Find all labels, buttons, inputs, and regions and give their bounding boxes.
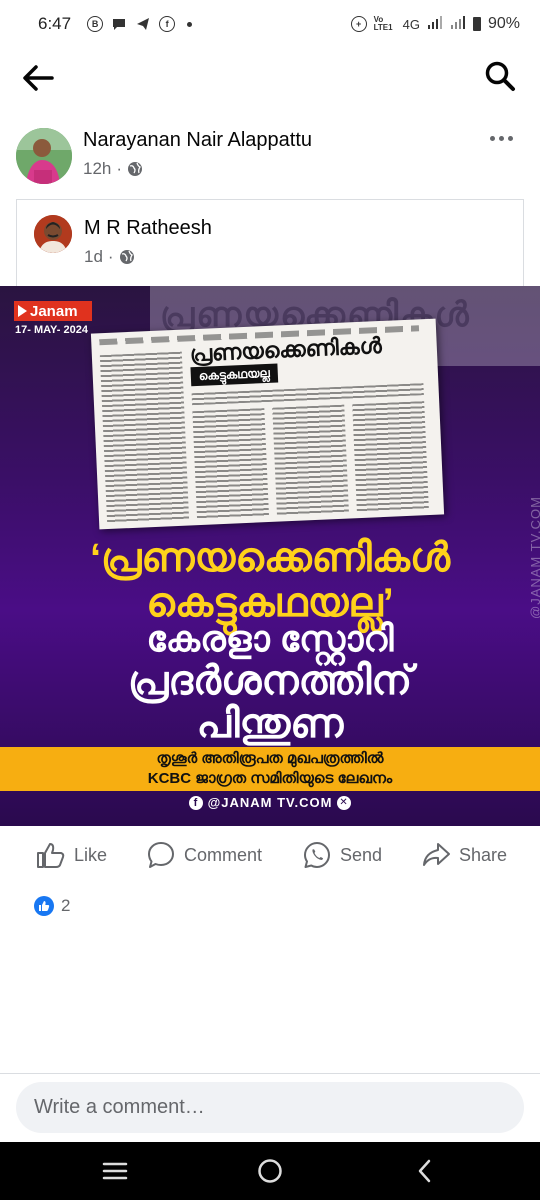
like-button[interactable]: Like: [36, 839, 107, 871]
clip-column: [352, 401, 429, 513]
post-image[interactable]: പ്രണയക്കെണികൾ Janam 17- MAY- 2024 പ്രണയക…: [0, 286, 540, 826]
system-back-button[interactable]: [409, 1156, 441, 1186]
meta-separator: ·: [116, 159, 123, 178]
headline-line-5: പിന്തുണ: [196, 702, 344, 746]
facebook-icon: f: [188, 795, 203, 810]
headline-line-2: കെട്ടുകഥയല്ല’: [146, 581, 394, 625]
image-date: 17- MAY- 2024: [15, 324, 88, 336]
like-label: Like: [74, 844, 108, 865]
telegram-icon: [135, 16, 151, 32]
headline-line-4: പ്രദർശനത്തിന്: [127, 659, 413, 703]
yellow-caption-band: തൃശൂർ അതിരൂപത മുഖപത്രത്തിൽ KCBC ജാഗ്രത സ…: [0, 747, 540, 791]
channel-name: Janam: [30, 302, 78, 320]
clip-column: [99, 351, 190, 524]
clip-column: [272, 404, 349, 516]
clip-column: [192, 408, 270, 520]
clip-headline-box: പ്രണയക്കെണികൾ കെട്ടുകഥയല്ല: [189, 331, 423, 389]
author-name[interactable]: Narayanan Nair Alappattu: [83, 129, 312, 152]
comment-label: Comment: [184, 844, 263, 865]
play-icon: [18, 305, 27, 317]
post-action-bar: Like Comment Send Share: [0, 832, 540, 878]
menu-lines-icon: [102, 1162, 128, 1180]
network-type: 4G: [402, 16, 420, 32]
shared-author-name[interactable]: M R Ratheesh: [84, 217, 212, 240]
battery-icon: [472, 17, 481, 31]
share-label: Share: [459, 844, 508, 865]
signal-icon: [427, 15, 443, 33]
x-logo-icon: ✕: [337, 795, 352, 810]
post-time: 12h: [83, 159, 112, 178]
chat-bubble-icon: [111, 16, 127, 32]
dot-icon: [498, 135, 504, 141]
newspaper-clipping: പ്രണയക്കെണികൾ കെട്ടുകഥയല്ല: [90, 318, 445, 530]
band-line-1: തൃശൂർ അതിരൂപത മുഖപത്രത്തിൽ: [156, 750, 384, 767]
post-meta: 12h ·: [83, 159, 143, 179]
arrow-left-icon: [23, 65, 54, 91]
share-arrow-icon: [423, 843, 450, 866]
post-header: Narayanan Nair Alappattu 12h ·: [16, 124, 524, 188]
meta-separator: ·: [107, 247, 114, 266]
chevron-left-icon: [418, 1159, 431, 1183]
globe-icon: [119, 250, 134, 264]
b-circle-icon: B: [87, 16, 104, 32]
side-watermark: @JANAM TV.COM: [528, 496, 540, 619]
shared-post-card[interactable]: M R Ratheesh 1d ·: [16, 199, 524, 287]
bottom-watermark: f @JANAM TV.COM ✕: [0, 794, 540, 810]
comment-input[interactable]: [16, 1082, 524, 1133]
data-saver-icon: +: [350, 16, 367, 32]
search-button[interactable]: [482, 58, 522, 98]
home-circle-icon: [258, 1159, 282, 1183]
status-bar: 6:47 B f + Vo LTE1 4G 90%: [0, 0, 540, 48]
search-icon: [485, 61, 515, 91]
comment-button[interactable]: Comment: [146, 839, 262, 871]
system-navigation-bar: [0, 1142, 540, 1200]
thumbs-up-icon: [37, 843, 65, 868]
headline-line-1: ‘പ്രണയക്കെണികൾ: [89, 536, 451, 580]
janam-logo: Janam: [14, 301, 92, 321]
shared-author-avatar[interactable]: [34, 215, 72, 253]
home-button[interactable]: [254, 1156, 286, 1186]
comment-bubble-icon: [148, 842, 174, 868]
globe-icon: [128, 162, 143, 176]
notification-dot-icon: [187, 21, 193, 27]
dot-icon: [507, 135, 513, 141]
headline-line-3: കേരളാ സ്റ്റോറി: [146, 618, 394, 659]
shared-post-meta: 1d ·: [84, 247, 135, 267]
status-time: 6:47: [38, 14, 72, 33]
shared-post-time: 1d: [84, 247, 103, 266]
facebook-icon: f: [159, 16, 176, 32]
band-line-2: KCBC ജാഗ്രത സമിതിയുടെ ലേഖനം: [147, 770, 393, 787]
recent-apps-button[interactable]: [99, 1156, 131, 1186]
reactions-summary[interactable]: 2: [34, 896, 70, 916]
top-app-bar: [0, 52, 540, 104]
signal-icon-2: [450, 15, 466, 33]
like-reaction-icon: [34, 896, 54, 916]
reaction-count: 2: [61, 896, 71, 915]
author-avatar[interactable]: [16, 128, 72, 184]
lte-label: Vo LTE1: [373, 15, 393, 32]
share-button[interactable]: Share: [421, 839, 507, 871]
send-label: Send: [340, 844, 383, 865]
battery-percent: 90%: [487, 15, 520, 32]
clip-subheadline: കെട്ടുകഥയല്ല: [190, 363, 279, 387]
send-whatsapp-button[interactable]: Send: [302, 839, 382, 871]
whatsapp-icon: [304, 842, 330, 868]
comment-composer: [0, 1073, 540, 1147]
back-button[interactable]: [20, 60, 60, 96]
watermark-text: @JANAM TV.COM: [207, 795, 333, 811]
dot-icon: [489, 135, 495, 141]
more-options-button[interactable]: [486, 128, 516, 148]
